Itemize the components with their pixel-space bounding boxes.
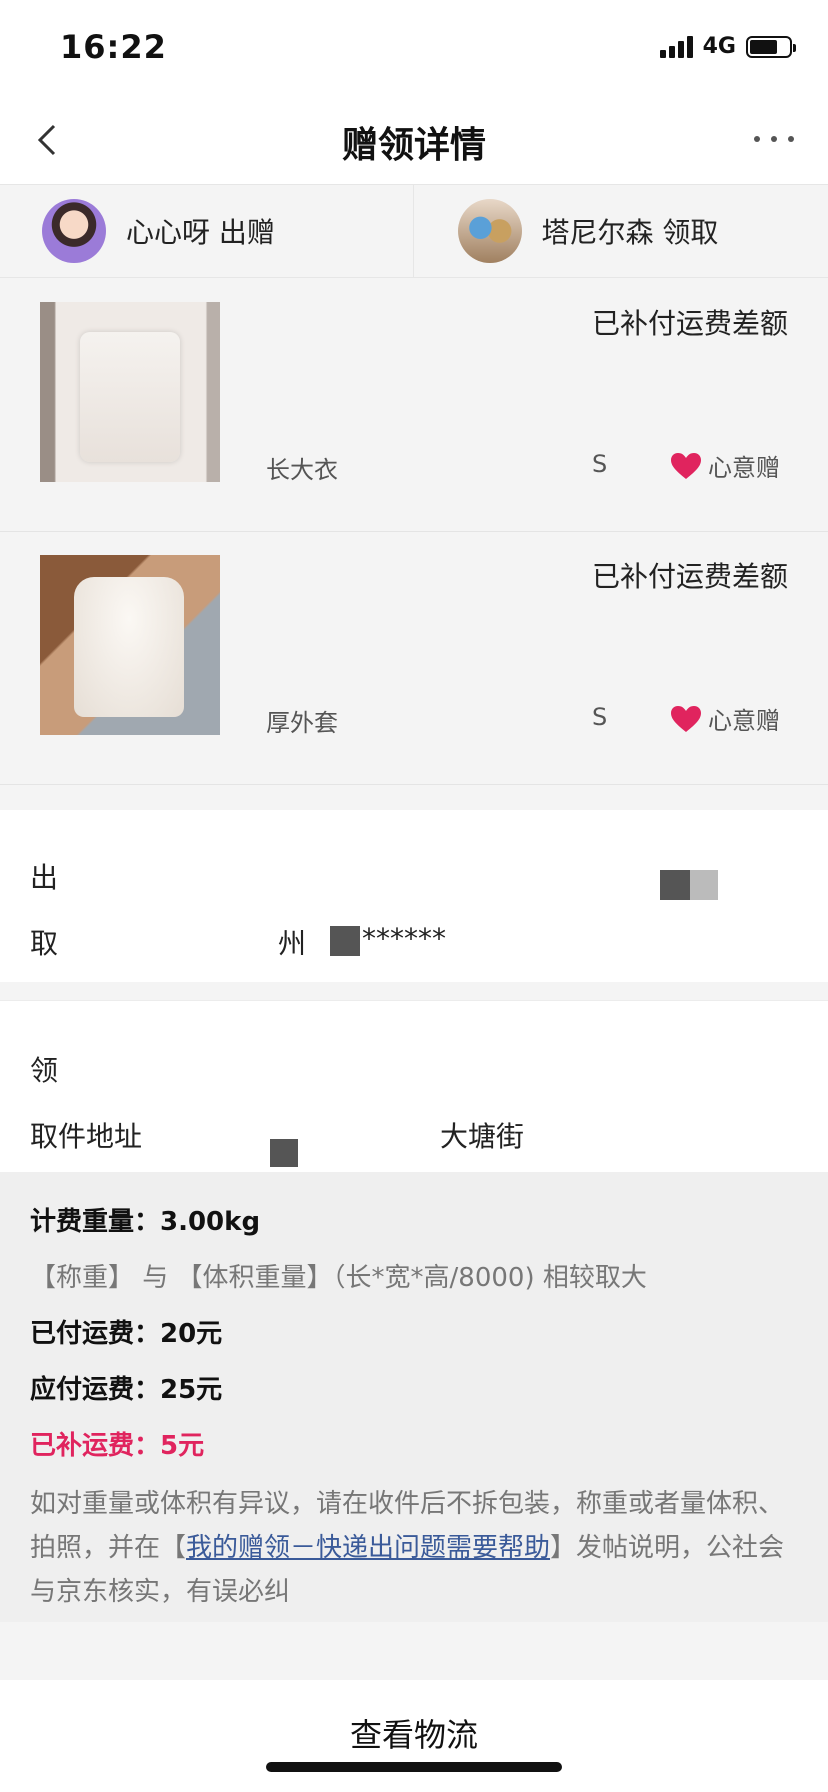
- item-gift-type: 心意赠: [670, 701, 780, 736]
- item-status: 已补付运费差额: [591, 560, 788, 593]
- gift-label: 心意赠: [708, 707, 780, 735]
- weight-note: 【称重】 与 【体积重量】（长*宽*高/8000) 相较取大: [30, 1263, 647, 1293]
- redaction-mark: [330, 926, 360, 956]
- home-indicator: [266, 1762, 562, 1772]
- bottom-bar: 查看物流: [0, 1680, 828, 1792]
- heart-icon: [670, 452, 702, 480]
- redaction-mark: [690, 870, 718, 900]
- list-item[interactable]: 已补付运费差额 长大衣 S 心意赠: [0, 280, 828, 532]
- item-size: S: [592, 703, 608, 731]
- billing-weight: 计费重量：3.00kg: [30, 1207, 261, 1237]
- item-photo: [40, 555, 220, 735]
- item-gift-type: 心意赠: [670, 448, 780, 483]
- giver-avatar: [42, 199, 106, 263]
- item-name: 厚外套: [266, 709, 338, 737]
- more-dots-icon[interactable]: [754, 124, 794, 154]
- privacy-blur: [0, 956, 828, 982]
- item-status: 已补付运费差额: [591, 307, 788, 340]
- heart-icon: [670, 705, 702, 733]
- signal-icon: [659, 35, 693, 58]
- supplement-fee: 已补运费：5元: [30, 1431, 205, 1461]
- item-size: S: [592, 450, 608, 478]
- sender-phone-masked: ******: [362, 922, 446, 955]
- receiver-label: 塔尼尔森 领取: [541, 216, 719, 249]
- due-fee: 应付运费：25元: [30, 1375, 223, 1405]
- redaction-mark: [660, 870, 690, 900]
- sender-address-line1: 出: [30, 861, 59, 894]
- status-bar: 16:22 4G: [0, 0, 828, 98]
- help-link[interactable]: 我的赠领－快递出问题需要帮助: [186, 1533, 550, 1563]
- receiver-address-fragment: 大塘街: [440, 1120, 525, 1153]
- list-item[interactable]: 已补付运费差额 厚外套 S 心意赠: [0, 533, 828, 785]
- receiver-address-line2-label: 取件地址: [30, 1120, 143, 1153]
- network-type: 4G: [702, 34, 736, 59]
- receiver-avatar: [457, 199, 522, 263]
- page-title: 赠领详情: [341, 125, 486, 166]
- nav-bar: 赠领详情: [0, 98, 828, 184]
- gift-label: 心意赠: [708, 454, 780, 482]
- item-name: 长大衣: [266, 456, 338, 484]
- privacy-blur: [0, 810, 828, 836]
- participants-bar: 心心呀 出赠 塔尼尔森 领取: [0, 184, 828, 278]
- paid-fee: 已付运费：20元: [30, 1319, 223, 1349]
- giver-user[interactable]: 心心呀 出赠: [0, 185, 413, 277]
- view-logistics-button[interactable]: 查看物流: [0, 1710, 828, 1756]
- receiver-address-section: 领 取件地址 大塘街: [0, 1000, 828, 1172]
- sender-address-section: 出 取 州 ******: [0, 810, 828, 982]
- item-photo: [40, 302, 220, 482]
- receiver-user[interactable]: 塔尼尔森 领取: [412, 185, 828, 277]
- giver-label: 心心呀 出赠: [126, 216, 275, 249]
- status-indicators: 4G: [659, 34, 796, 59]
- redaction-mark: [270, 1139, 298, 1167]
- battery-icon: [746, 35, 796, 58]
- receiver-address-line1: 领: [30, 1054, 59, 1087]
- dispute-description: 如对重量或体积有异议，请在收件后不拆包装，称重或者量体积、拍照，并在【我的赠领－…: [30, 1482, 798, 1614]
- privacy-blur: [0, 1001, 828, 1021]
- status-time: 16:22: [60, 28, 167, 66]
- shipping-fee-section: 计费重量：3.00kg 【称重】 与 【体积重量】（长*宽*高/8000) 相较…: [0, 1172, 828, 1622]
